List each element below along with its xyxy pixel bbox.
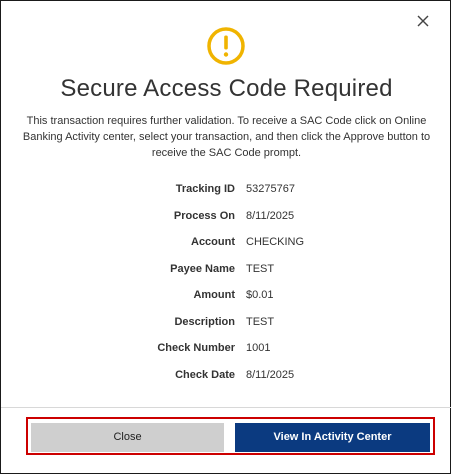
close-icon[interactable] — [414, 12, 432, 30]
detail-value: 1001 — [246, 342, 271, 354]
detail-value: 8/11/2025 — [246, 368, 295, 381]
detail-row-description: Description TEST — [1, 312, 451, 332]
detail-row-tracking-id: Tracking ID 53275767 — [1, 179, 451, 199]
detail-row-amount: Amount $0.01 — [1, 285, 451, 305]
detail-label: Account — [191, 236, 235, 248]
detail-row-account: Account CHECKING — [1, 232, 451, 252]
exclamation-circle-icon — [206, 26, 246, 66]
detail-value: CHECKING — [246, 236, 305, 248]
detail-label: Description — [174, 315, 235, 328]
detail-value: TEST — [246, 262, 275, 275]
footer-divider — [1, 407, 451, 408]
detail-label: Payee Name — [170, 262, 235, 275]
close-button[interactable]: Close — [31, 423, 224, 452]
detail-value: TEST — [246, 315, 275, 328]
detail-value: 8/11/2025 — [246, 209, 295, 222]
detail-label: Process On — [173, 209, 235, 222]
detail-label: Check Number — [157, 342, 235, 354]
detail-label: Check Date — [175, 368, 235, 381]
detail-row-check-date: Check Date 8/11/2025 — [1, 365, 451, 385]
detail-row-process-on: Process On 8/11/2025 — [1, 206, 451, 226]
secure-access-dialog: Secure Access Code Required This transac… — [0, 0, 451, 474]
detail-label: Tracking ID — [175, 183, 235, 195]
dialog-title: Secure Access Code Required — [60, 75, 393, 102]
view-in-activity-center-button[interactable]: View In Activity Center — [235, 423, 430, 452]
detail-value: $0.01 — [246, 289, 274, 301]
detail-value: 53275767 — [246, 183, 295, 195]
detail-row-payee-name: Payee Name TEST — [1, 259, 451, 279]
dialog-message: This transaction requires further valida… — [22, 115, 431, 159]
detail-row-check-number: Check Number 1001 — [1, 338, 451, 358]
detail-label: Amount — [193, 289, 235, 301]
